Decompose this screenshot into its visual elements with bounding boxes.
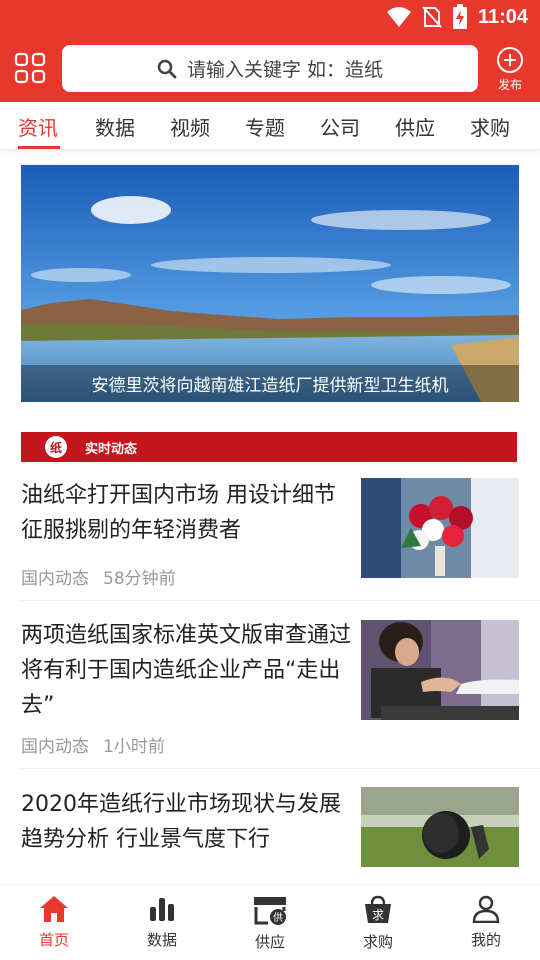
bar-chart-icon bbox=[150, 898, 174, 921]
user-icon bbox=[472, 895, 500, 923]
tab-supply[interactable]: 供应 bbox=[395, 112, 435, 141]
home-icon bbox=[40, 896, 68, 922]
category-tabs: 资讯 数据 视频 专题 公司 供应 求购 bbox=[0, 102, 540, 150]
nav-home[interactable]: 首页 bbox=[19, 895, 89, 950]
tab-companies[interactable]: 公司 bbox=[320, 112, 360, 141]
search-icon bbox=[157, 59, 177, 78]
news-meta: 国内动态 1小时前 bbox=[21, 732, 165, 757]
news-item[interactable]: 2020年造纸行业市场现状与发展 趋势分析 行业景气度下行 bbox=[0, 787, 540, 877]
divider bbox=[21, 768, 540, 769]
supply-badge-text: 供 bbox=[273, 911, 283, 924]
purchase-badge-text: 求 bbox=[372, 908, 384, 922]
clock: 11:04 bbox=[477, 5, 528, 28]
search-placeholder: 请输入关键字 如：造纸 bbox=[186, 59, 384, 81]
tab-topics[interactable]: 专题 bbox=[245, 112, 285, 141]
news-title: 两项造纸国家标准英文版审查通过 将有利于国内造纸企业产品“走出 去” bbox=[21, 623, 352, 718]
grid-icon bbox=[14, 52, 46, 84]
banner-carousel[interactable]: 安德里茨将向越南雄江造纸厂提供新型卫生纸机 bbox=[21, 165, 519, 402]
shopping-bag-icon: 求 bbox=[365, 895, 391, 923]
grid-menu-button[interactable] bbox=[14, 52, 46, 84]
nav-purchase[interactable]: 求 求购 bbox=[343, 895, 413, 952]
nav-data[interactable]: 数据 bbox=[127, 895, 197, 950]
paper-logo: 纸 bbox=[45, 436, 67, 458]
nav-profile[interactable]: 我的 bbox=[451, 895, 521, 950]
news-item[interactable]: 两项造纸国家标准英文版审查通过 将有利于国内造纸企业产品“走出 去” 国内动态 1… bbox=[0, 618, 540, 758]
no-sim-icon bbox=[422, 6, 442, 28]
section-header-realtime: 纸 实时动态 bbox=[21, 432, 517, 462]
tab-purchase[interactable]: 求购 bbox=[470, 112, 510, 141]
tab-video[interactable]: 视频 bbox=[170, 112, 210, 141]
section-title: 实时动态 bbox=[85, 441, 138, 457]
search-input[interactable]: 请输入关键字 如：造纸 bbox=[62, 45, 478, 92]
nav-supply[interactable]: 供 供应 bbox=[235, 895, 305, 952]
tab-news[interactable]: 资讯 bbox=[18, 112, 58, 141]
news-meta: 国内动态 58分钟前 bbox=[21, 564, 176, 589]
news-item[interactable]: 油纸伞打开国内市场 用设计细节 征服挑剔的年轻消费者 国内动态 58分钟前 bbox=[0, 478, 540, 608]
divider bbox=[21, 600, 540, 601]
store-icon: 供 bbox=[254, 897, 286, 925]
banner-caption: 安德里茨将向越南雄江造纸厂提供新型卫生纸机 bbox=[21, 365, 519, 402]
news-time: 1小时前 bbox=[103, 737, 165, 757]
publish-button[interactable]: 发布 bbox=[490, 46, 530, 93]
publish-label: 发布 bbox=[497, 78, 522, 92]
status-bar: 11:04 bbox=[0, 0, 540, 36]
tab-data[interactable]: 数据 bbox=[95, 112, 135, 141]
bottom-navigation: 首页 数据 供 供应 求 求购 我的 bbox=[0, 884, 540, 960]
news-time: 58分钟前 bbox=[103, 569, 176, 589]
top-header: 请输入关键字 如：造纸 发布 bbox=[0, 36, 540, 102]
news-category: 国内动态 bbox=[21, 737, 89, 757]
battery-charging-icon bbox=[452, 4, 467, 29]
wifi-icon bbox=[386, 7, 411, 27]
news-title: 2020年造纸行业市场现状与发展 趋势分析 行业景气度下行 bbox=[21, 792, 341, 852]
news-thumbnail bbox=[361, 620, 519, 720]
news-thumbnail bbox=[361, 478, 519, 578]
plus-circle-icon bbox=[497, 47, 523, 73]
news-thumbnail bbox=[361, 787, 519, 867]
active-tab-indicator bbox=[18, 146, 60, 149]
news-category: 国内动态 bbox=[21, 569, 89, 589]
news-title: 油纸伞打开国内市场 用设计细节 征服挑剔的年轻消费者 bbox=[21, 483, 336, 543]
